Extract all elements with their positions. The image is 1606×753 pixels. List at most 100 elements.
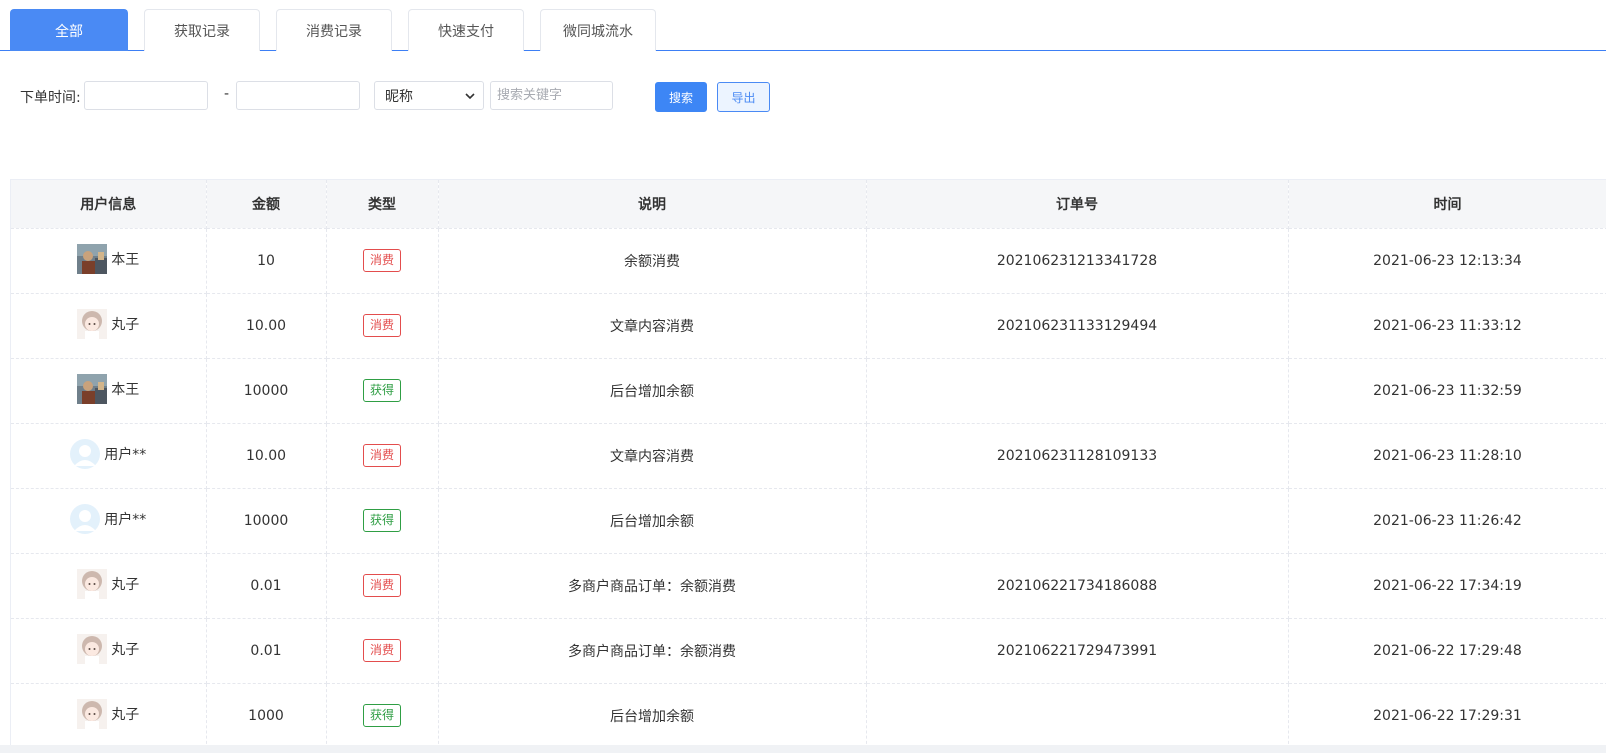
description-cell: 后台增加余额	[438, 358, 867, 424]
photo-avatar-icon	[77, 373, 108, 404]
description-cell: 文章内容消费	[438, 293, 867, 359]
user-nickname: 用户**	[104, 511, 147, 528]
time-cell: 2021-06-23 11:28:10	[1288, 423, 1606, 489]
type-cell: 消费	[326, 423, 439, 489]
table-row: 丸子 10.00 消费 文章内容消费 202106231133129494 20…	[11, 293, 1606, 359]
tab-quick-pay[interactable]: 快速支付	[408, 9, 524, 51]
date-range-separator: -	[224, 86, 230, 102]
type-cell: 消费	[326, 293, 439, 359]
type-badge: 消费	[362, 249, 401, 272]
column-header-amount: 金额	[206, 180, 327, 229]
type-badge: 消费	[362, 444, 401, 467]
type-cell: 消费	[326, 618, 439, 684]
keyword-search-input[interactable]	[490, 81, 613, 110]
description-cell: 多商户商品订单：余额消费	[438, 618, 867, 684]
type-cell: 获得	[326, 488, 439, 554]
time-cell: 2021-06-23 12:13:34	[1288, 228, 1606, 294]
search-field-select[interactable]: 昵称	[374, 81, 484, 110]
export-button[interactable]: 导出	[717, 82, 770, 112]
user-cell: 丸子	[11, 293, 207, 359]
column-header-type: 类型	[326, 180, 439, 229]
amount-cell: 10.00	[206, 423, 327, 489]
description-cell: 多商户商品订单：余额消费	[438, 553, 867, 619]
time-cell: 2021-06-22 17:34:19	[1288, 553, 1606, 619]
user-cell: 本王	[11, 358, 207, 424]
order-number-cell: 202106231128109133	[866, 423, 1289, 489]
amount-cell: 0.01	[206, 618, 327, 684]
order-number-cell: 202106221729473991	[866, 618, 1289, 684]
amount-cell: 10	[206, 228, 327, 294]
order-number-cell	[866, 488, 1289, 554]
user-cell: 用户**	[11, 488, 207, 554]
time-cell: 2021-06-23 11:32:59	[1288, 358, 1606, 424]
user-nickname: 用户**	[104, 446, 147, 463]
table-row: 本王 10000 获得 后台增加余额 2021-06-23 11:32:59	[11, 358, 1606, 424]
user-cell: 丸子	[11, 618, 207, 684]
type-badge: 消费	[362, 639, 401, 662]
user-cell: 丸子	[11, 683, 207, 745]
type-badge: 获得	[362, 379, 401, 402]
tab-obtain-records[interactable]: 获取记录	[144, 9, 260, 51]
page-bottom-strip	[0, 745, 1606, 753]
order-number-cell: 202106221734186088	[866, 553, 1289, 619]
table-row: 丸子 0.01 消费 多商户商品订单：余额消费 2021062217294739…	[11, 618, 1606, 684]
anime-avatar-icon	[77, 698, 108, 729]
user-nickname: 丸子	[111, 641, 140, 658]
search-field-select-value: 昵称	[385, 88, 413, 105]
column-header-time: 时间	[1288, 180, 1606, 229]
table-row: 用户** 10000 获得 后台增加余额 2021-06-23 11:26:42	[11, 488, 1606, 554]
type-badge: 获得	[362, 509, 401, 532]
order-number-cell	[866, 358, 1289, 424]
order-number-cell: 202106231213341728	[866, 228, 1289, 294]
type-cell: 消费	[326, 228, 439, 294]
anime-avatar-icon	[77, 568, 108, 599]
table-header-row: 用户信息 金额 类型 说明 订单号 时间	[11, 180, 1606, 229]
tab-consume-records[interactable]: 消费记录	[276, 9, 392, 51]
tab-city-flow[interactable]: 微同城流水	[540, 9, 656, 51]
order-number-cell	[866, 683, 1289, 745]
user-nickname: 丸子	[111, 576, 140, 593]
amount-cell: 10.00	[206, 293, 327, 359]
tab-all[interactable]: 全部	[10, 9, 128, 51]
order-time-label: 下单时间:	[20, 90, 81, 106]
description-cell: 后台增加余额	[438, 488, 867, 554]
user-nickname: 本王	[111, 381, 140, 398]
type-cell: 获得	[326, 683, 439, 745]
table-row: 本王 10 消费 余额消费 202106231213341728 2021-06…	[11, 228, 1606, 294]
time-cell: 2021-06-22 17:29:48	[1288, 618, 1606, 684]
time-cell: 2021-06-22 17:29:31	[1288, 683, 1606, 745]
type-badge: 消费	[362, 314, 401, 337]
balance-records-page: 全部 获取记录 消费记录 快速支付 微同城流水 下单时间: - 昵称 搜索 导出	[0, 0, 1606, 753]
end-date-input[interactable]	[236, 81, 360, 110]
time-cell: 2021-06-23 11:26:42	[1288, 488, 1606, 554]
filter-bar: 下单时间: - 昵称 搜索 导出	[0, 78, 800, 114]
start-date-input[interactable]	[84, 81, 208, 110]
amount-cell: 0.01	[206, 553, 327, 619]
description-cell: 后台增加余额	[438, 683, 867, 745]
order-number-cell: 202106231133129494	[866, 293, 1289, 359]
table-row: 丸子 0.01 消费 多商户商品订单：余额消费 2021062217341860…	[11, 553, 1606, 619]
records-table: 用户信息 金额 类型 说明 订单号 时间 本王 10 消费 余额消费 20210…	[10, 179, 1606, 745]
column-header-user: 用户信息	[11, 180, 207, 229]
type-cell: 获得	[326, 358, 439, 424]
description-cell: 文章内容消费	[438, 423, 867, 489]
user-nickname: 本王	[111, 251, 140, 268]
type-cell: 消费	[326, 553, 439, 619]
user-nickname: 丸子	[111, 316, 140, 333]
anime-avatar-icon	[77, 633, 108, 664]
amount-cell: 1000	[206, 683, 327, 745]
column-header-order-number: 订单号	[866, 180, 1289, 229]
chevron-down-icon	[465, 93, 475, 100]
description-cell: 余额消费	[438, 228, 867, 294]
user-cell: 用户**	[11, 423, 207, 489]
user-nickname: 丸子	[111, 706, 140, 723]
amount-cell: 10000	[206, 488, 327, 554]
anime-avatar-icon	[77, 308, 108, 339]
table-row: 丸子 1000 获得 后台增加余额 2021-06-22 17:29:31	[11, 683, 1606, 745]
time-cell: 2021-06-23 11:33:12	[1288, 293, 1606, 359]
user-cell: 本王	[11, 228, 207, 294]
photo-avatar-icon	[77, 243, 108, 274]
table-row: 用户** 10.00 消费 文章内容消费 202106231128109133 …	[11, 423, 1606, 489]
search-button[interactable]: 搜索	[655, 82, 707, 112]
column-header-description: 说明	[438, 180, 867, 229]
